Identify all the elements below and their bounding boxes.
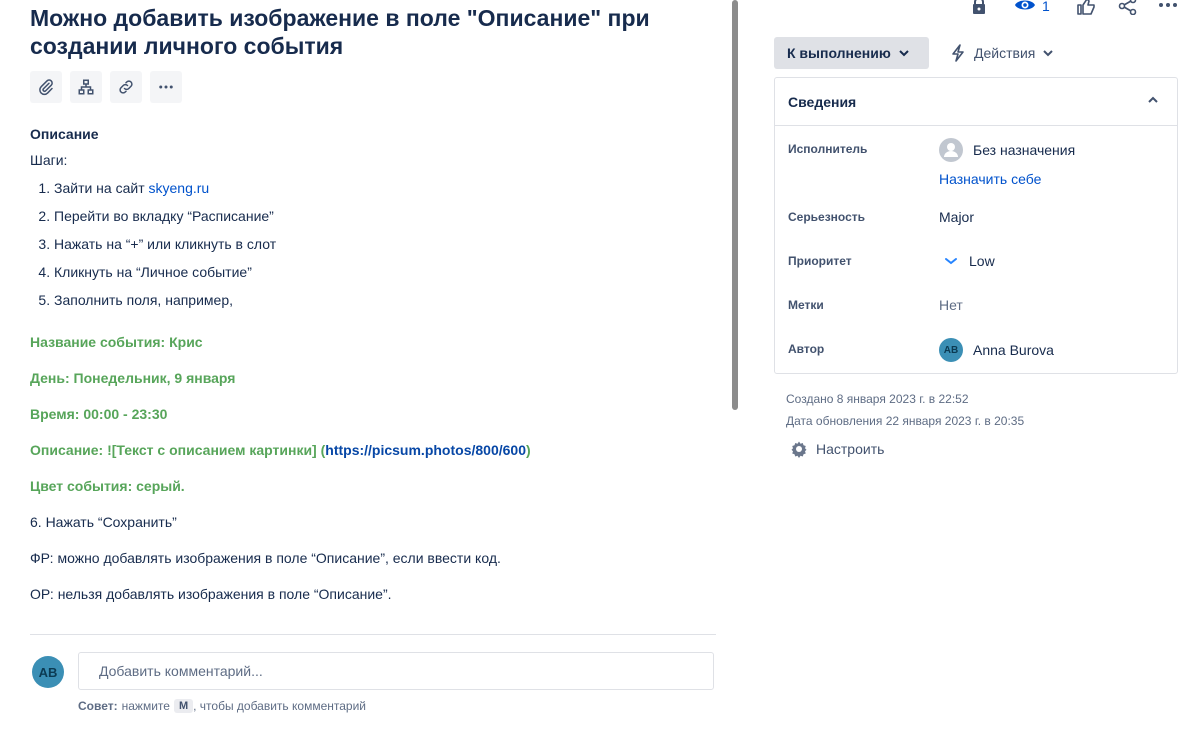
issue-main: Можно добавить изображение в поле "Описа…: [0, 0, 730, 731]
site-link[interactable]: skyeng.ru: [149, 180, 210, 196]
lightning-icon: [952, 44, 964, 62]
list-item: Перейти во вкладку “Расписание”: [54, 206, 710, 226]
steps-label: Шаги:: [30, 152, 68, 168]
comment-tip: Совет: нажмите M, чтобы добавить коммент…: [78, 699, 366, 713]
more-icon[interactable]: [1158, 1, 1178, 9]
labels-value[interactable]: Нет: [939, 297, 963, 313]
created-date: Создано 8 января 2023 г. в 22:52: [786, 392, 969, 406]
actions-button[interactable]: Действия: [950, 37, 1054, 69]
steps-list: Зайти на сайт skyeng.ru Перейти во вклад…: [30, 178, 710, 310]
thumbs-up-icon[interactable]: [1076, 0, 1096, 15]
priority-label: Приоритет: [788, 254, 852, 268]
status-button[interactable]: К выполнению: [774, 37, 929, 69]
updated-date: Дата обновления 22 января 2023 г. в 20:3…: [786, 414, 1025, 428]
actual-result: ОР: нельзя добавлять изображения в поле …: [30, 586, 392, 602]
attach-button[interactable]: [30, 71, 62, 103]
severity-label: Серьезность: [788, 210, 866, 224]
field-description: Описание: ![Текст с описанием картинки] …: [30, 440, 531, 460]
tip-text: нажмите: [121, 699, 170, 713]
details-panel: Сведения Исполнитель Без назначения Назн…: [774, 77, 1178, 374]
avatar: AB: [939, 338, 963, 362]
gear-icon: [791, 441, 807, 458]
link-issue-button[interactable]: [110, 71, 142, 103]
description-heading: Описание: [30, 126, 99, 142]
more-button[interactable]: [150, 71, 182, 103]
list-item: Заполнить поля, например,: [54, 290, 710, 310]
shortcut-key: M: [173, 699, 194, 713]
priority-name: Low: [969, 253, 995, 269]
priority-value[interactable]: Low: [939, 253, 995, 269]
configure-label: Настроить: [816, 441, 885, 457]
status-label: К выполнению: [787, 45, 891, 61]
chevron-up-icon[interactable]: [1147, 95, 1159, 105]
chevron-down-icon: [899, 50, 909, 57]
watch-count[interactable]: 1: [1042, 0, 1050, 14]
step-six: 6. Нажать “Сохранить”: [30, 514, 177, 530]
lock-icon[interactable]: [971, 0, 987, 15]
list-item: Нажать на “+” или кликнуть в слот: [54, 234, 710, 254]
configure-button[interactable]: Настроить: [790, 440, 884, 458]
eye-icon[interactable]: [1014, 0, 1036, 13]
issue-toolbar: [30, 71, 182, 103]
list-item: Зайти на сайт skyeng.ru: [54, 178, 710, 198]
list-item: Кликнуть на “Личное событие”: [54, 262, 710, 282]
share-icon[interactable]: [1118, 0, 1138, 15]
field-description-text: Описание: ![Текст с описанием картинки] …: [30, 442, 326, 458]
issue-title[interactable]: Можно добавить изображение в поле "Описа…: [30, 4, 690, 60]
scrollbar[interactable]: [732, 0, 738, 410]
reporter-label: Автор: [788, 342, 825, 356]
link-icon: [119, 80, 133, 94]
severity-value[interactable]: Major: [939, 209, 974, 225]
details-header[interactable]: Сведения: [775, 78, 1177, 126]
field-day: День: Понедельник, 9 января: [30, 370, 236, 386]
tip-text-end: , чтобы добавить комментарий: [193, 699, 366, 713]
assignee-name: Без назначения: [973, 142, 1076, 158]
expected-result: ФР: можно добавлять изображения в поле “…: [30, 550, 501, 566]
field-color: Цвет события: серый.: [30, 478, 185, 494]
details-heading: Сведения: [788, 93, 857, 110]
description[interactable]: Описание Шаги: Зайти на сайт skyeng.ru П…: [30, 124, 710, 318]
assign-to-me-link[interactable]: Назначить себе: [939, 171, 1041, 187]
hierarchy-icon: [78, 79, 94, 95]
divider: [30, 634, 716, 635]
step-text: Зайти на сайт: [54, 180, 149, 196]
avatar: AB: [32, 656, 64, 688]
attach-icon: [39, 79, 53, 96]
actions-label: Действия: [974, 45, 1036, 61]
tip-label: Совет:: [78, 699, 118, 713]
priority-low-icon: [945, 258, 957, 265]
labels-label: Метки: [788, 298, 824, 312]
chevron-down-icon: [1043, 50, 1054, 57]
field-time: Время: 00:00 - 23:30: [30, 406, 168, 422]
more-icon: [159, 85, 173, 89]
field-description-suffix: ): [525, 442, 531, 458]
assignee-label: Исполнитель: [788, 142, 868, 156]
user-icon: [939, 138, 963, 162]
field-name: Название события: Крис: [30, 334, 203, 350]
comment-input[interactable]: Добавить комментарий...: [78, 652, 714, 690]
picsum-link[interactable]: https://picsum.photos/800/600: [325, 442, 526, 458]
assignee-value[interactable]: Без назначения: [939, 138, 1075, 162]
child-issue-button[interactable]: [70, 71, 102, 103]
reporter-value[interactable]: AB Anna Burova: [939, 338, 1054, 362]
reporter-name: Anna Burova: [973, 342, 1054, 358]
